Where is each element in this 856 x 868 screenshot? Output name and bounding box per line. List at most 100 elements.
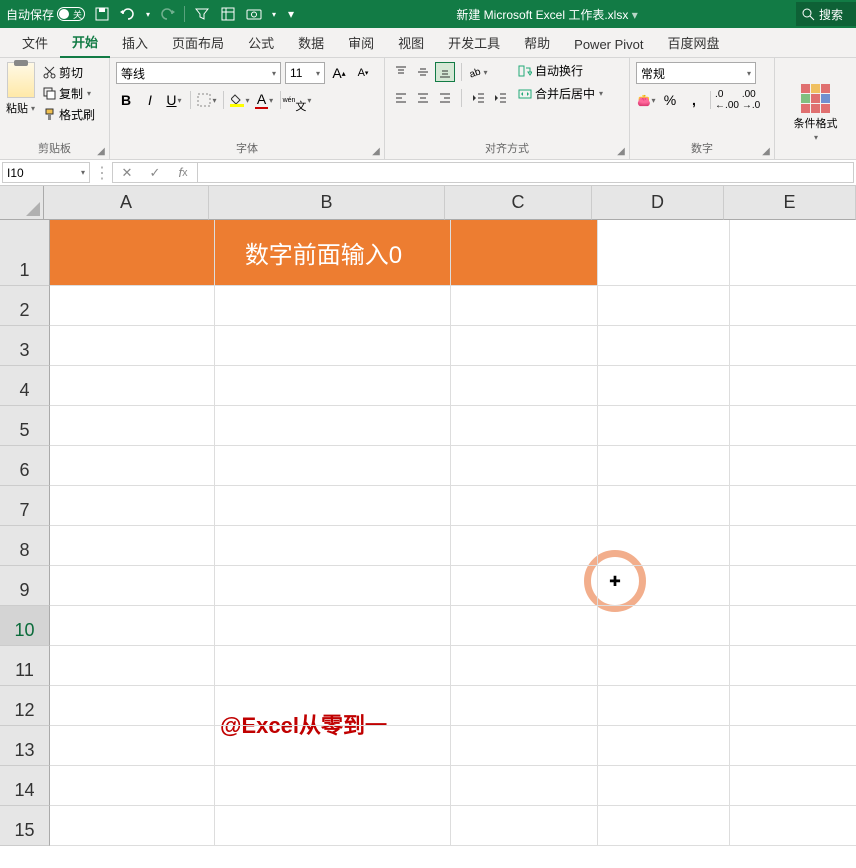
formula-bar-grip[interactable]: ⋮ [92,160,112,185]
col-header-B[interactable]: B [209,186,445,220]
cell[interactable] [598,566,730,606]
cell[interactable] [451,726,598,766]
cell[interactable] [598,686,730,726]
copy-button[interactable]: 复制▾ [43,85,95,102]
row-header-11[interactable]: 11 [0,646,50,686]
orientation-button[interactable]: ab▾ [468,62,488,82]
cut-button[interactable]: 剪切 [43,64,95,81]
cell[interactable] [50,406,215,446]
cell[interactable] [50,646,215,686]
cell[interactable] [451,366,598,406]
formula-input[interactable] [198,162,854,183]
tab-file[interactable]: 文件 [10,27,60,57]
cell[interactable] [451,446,598,486]
cell[interactable] [730,766,856,806]
cell[interactable] [215,220,451,286]
clipboard-dialog-launcher[interactable]: ◢ [95,145,107,157]
decrease-decimal-button[interactable]: .00→.0 [741,90,761,110]
underline-button[interactable]: U▾ [164,90,184,110]
cancel-formula-button[interactable]: ✕ [113,165,141,181]
align-middle-button[interactable] [413,62,433,82]
cell[interactable] [730,806,856,846]
cell[interactable] [50,326,215,366]
italic-button[interactable]: I [140,90,160,110]
cell[interactable] [730,646,856,686]
tab-data[interactable]: 数据 [286,27,336,57]
cell[interactable] [50,766,215,806]
cell[interactable] [598,646,730,686]
cell[interactable] [598,486,730,526]
cell[interactable] [598,726,730,766]
cell[interactable] [451,326,598,366]
tab-help[interactable]: 帮助 [512,27,562,57]
font-name-combo[interactable]: 等线▾ [116,62,281,84]
paste-button[interactable] [7,62,35,98]
col-header-D[interactable]: D [592,186,724,220]
row-header-8[interactable]: 8 [0,526,50,566]
align-top-button[interactable] [391,62,411,82]
comma-button[interactable]: , [684,90,704,110]
font-dialog-launcher[interactable]: ◢ [370,145,382,157]
tab-view[interactable]: 视图 [386,27,436,57]
conditional-format-label[interactable]: 条件格式 [794,115,838,131]
cell[interactable] [451,406,598,446]
wrap-text-button[interactable]: 自动换行 [518,62,603,79]
cell[interactable] [50,686,215,726]
cell[interactable] [451,766,598,806]
cell[interactable] [215,526,451,566]
col-header-C[interactable]: C [445,186,592,220]
cell[interactable] [215,606,451,646]
cell[interactable] [730,286,856,326]
row-header-1[interactable]: 1 [0,220,50,286]
cell[interactable] [730,326,856,366]
col-header-E[interactable]: E [724,186,856,220]
row-header-3[interactable]: 3 [0,326,50,366]
increase-indent-button[interactable] [490,88,510,108]
cell[interactable] [730,486,856,526]
align-left-button[interactable] [391,88,411,108]
cell[interactable] [730,726,856,766]
enter-formula-button[interactable]: ✓ [141,165,169,181]
cell[interactable] [215,326,451,366]
cell[interactable] [451,566,598,606]
row-header-2[interactable]: 2 [0,286,50,326]
paste-label[interactable]: 粘贴▾ [6,100,35,116]
row-header-6[interactable]: 6 [0,446,50,486]
tab-home[interactable]: 开始 [60,26,110,58]
cell[interactable] [730,406,856,446]
format-painter-button[interactable]: 格式刷 [43,106,95,123]
fx-button[interactable]: fx [169,165,197,180]
cell[interactable] [215,686,451,726]
cell[interactable] [50,526,215,566]
cell[interactable] [50,566,215,606]
row-header-7[interactable]: 7 [0,486,50,526]
row-header-9[interactable]: 9 [0,566,50,606]
cell[interactable] [451,526,598,566]
cell[interactable] [451,646,598,686]
bold-button[interactable]: B [116,90,136,110]
tab-insert[interactable]: 插入 [110,27,160,57]
cell[interactable] [730,686,856,726]
cell[interactable] [730,566,856,606]
cell[interactable] [598,766,730,806]
cell[interactable] [50,286,215,326]
cell[interactable] [598,220,730,286]
name-box[interactable]: I10▾ [2,162,90,183]
number-dialog-launcher[interactable]: ◢ [760,145,772,157]
col-header-A[interactable]: A [44,186,209,220]
font-size-combo[interactable]: 11▾ [285,62,325,84]
cell[interactable] [598,526,730,566]
increase-font-button[interactable]: A▴ [329,63,349,83]
undo-button[interactable] [119,5,137,23]
align-dialog-launcher[interactable]: ◢ [615,145,627,157]
cell[interactable] [451,220,598,286]
tab-powerpivot[interactable]: Power Pivot [562,31,655,57]
cell[interactable] [730,446,856,486]
cell[interactable] [598,366,730,406]
select-all-corner[interactable] [0,186,44,220]
tab-developer[interactable]: 开发工具 [436,27,512,57]
row-header-12[interactable]: 12 [0,686,50,726]
align-bottom-button[interactable] [435,62,455,82]
cell[interactable] [215,446,451,486]
cell[interactable] [730,366,856,406]
